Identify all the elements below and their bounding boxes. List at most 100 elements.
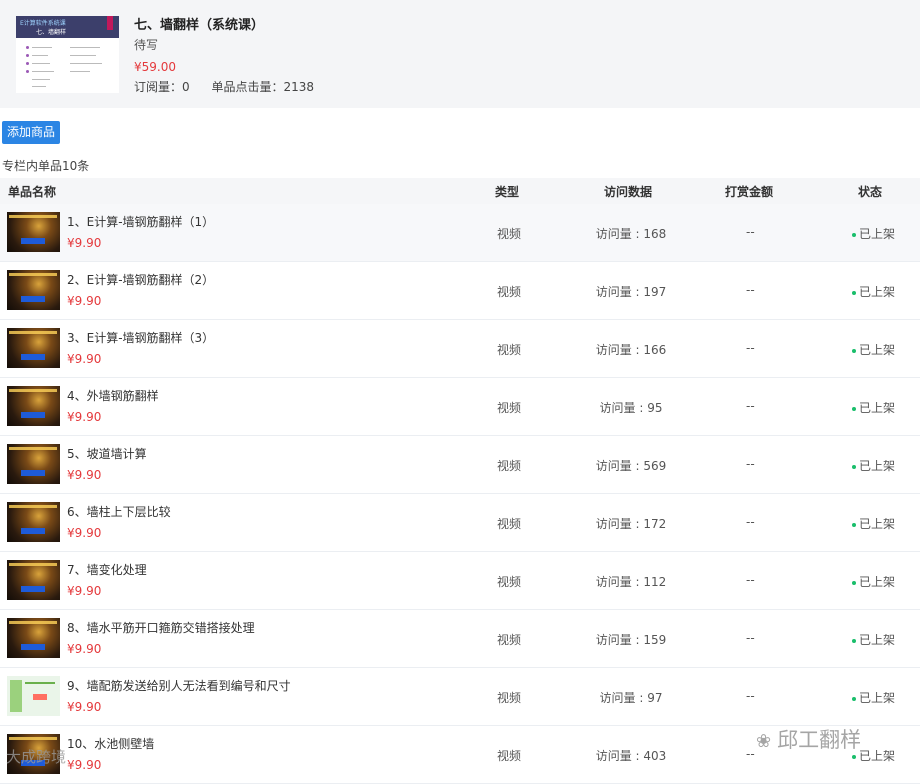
column-cover-image[interactable]: E计算软件系统课 七、墙翻样: [16, 16, 119, 93]
header-type: 类型: [495, 185, 520, 199]
item-status-text: 已上架: [859, 285, 896, 299]
video-thumbnail[interactable]: [7, 270, 60, 310]
cover-dot: [26, 46, 29, 49]
item-price: ¥9.90: [67, 700, 102, 714]
item-count-label: 专栏内单品10条: [2, 159, 90, 173]
column-author: 待写: [134, 38, 159, 52]
item-name[interactable]: 5、坡道墙计算: [67, 445, 147, 462]
item-tips: --: [746, 341, 755, 355]
table-row[interactable]: 6、墙柱上下层比较 ¥9.90 视频 访问量 : 172 -- 已上架: [0, 494, 920, 552]
item-name[interactable]: 7、墙变化处理: [67, 561, 147, 578]
item-visits: 访问量 : 95: [599, 401, 663, 415]
column-stats: 订阅量：0 单品点击量：2138: [134, 78, 332, 95]
add-product-button[interactable]: 添加商品: [2, 121, 60, 144]
item-name[interactable]: 8、墙水平筋开口箍筋交错搭接处理: [67, 619, 255, 636]
item-tips: --: [746, 283, 755, 297]
item-status: 已上架: [852, 399, 895, 416]
status-dot-icon: [852, 406, 856, 411]
item-status: 已上架: [852, 573, 895, 590]
status-dot-icon: [852, 522, 856, 527]
cover-line: [70, 55, 96, 56]
item-type: 视频: [497, 517, 522, 531]
video-thumbnail[interactable]: [7, 560, 60, 600]
table-row[interactable]: 3、E计算-墙钢筋翻样（3） ¥9.90 视频 访问量 : 166 -- 已上架: [0, 320, 920, 378]
status-dot-icon: [852, 348, 856, 353]
watermark-left: 大成跨境: [6, 746, 66, 767]
item-tips: --: [746, 689, 755, 703]
item-price: ¥9.90: [67, 294, 102, 308]
table-row[interactable]: 2、E计算-墙钢筋翻样（2） ¥9.90 视频 访问量 : 197 -- 已上架: [0, 262, 920, 320]
video-thumbnail[interactable]: [7, 212, 60, 252]
item-name[interactable]: 9、墙配筋发送给别人无法看到编号和尺寸: [67, 677, 291, 694]
item-status-text: 已上架: [859, 633, 896, 647]
watermark-left-text: 大成跨境: [6, 748, 67, 766]
item-type: 视频: [497, 227, 522, 241]
item-status: 已上架: [852, 283, 895, 300]
video-thumbnail[interactable]: [7, 328, 60, 368]
status-dot-icon: [852, 638, 856, 643]
item-type: 视频: [497, 459, 522, 473]
item-type: 视频: [497, 575, 522, 589]
table-row[interactable]: 9、墙配筋发送给别人无法看到编号和尺寸 ¥9.90 视频 访问量 : 97 -- 已上架: [0, 668, 920, 726]
item-type: 视频: [497, 343, 522, 357]
item-tips: --: [746, 747, 755, 761]
item-price: ¥9.90: [67, 526, 102, 540]
table-row[interactable]: 5、坡道墙计算 ¥9.90 视频 访问量 : 569 -- 已上架: [0, 436, 920, 494]
cover-line: [70, 63, 102, 64]
item-type: 视频: [497, 749, 522, 763]
video-thumbnail[interactable]: [7, 502, 60, 542]
table-row[interactable]: 4、外墙钢筋翻样 ¥9.90 视频 访问量 : 95 -- 已上架: [0, 378, 920, 436]
cover-line: [32, 71, 54, 72]
item-status: 已上架: [852, 515, 895, 532]
item-status: 已上架: [852, 225, 895, 242]
item-status-text: 已上架: [859, 227, 896, 241]
item-status-text: 已上架: [859, 517, 896, 531]
item-price: ¥9.90: [67, 352, 102, 366]
item-status-text: 已上架: [859, 749, 896, 763]
cover-line: [32, 63, 50, 64]
status-dot-icon: [852, 754, 856, 759]
item-status: 已上架: [852, 457, 895, 474]
click-count: 单品点击量：2138: [211, 80, 315, 94]
item-name[interactable]: 6、墙柱上下层比较: [67, 503, 171, 520]
item-tips: --: [746, 515, 755, 529]
item-name[interactable]: 4、外墙钢筋翻样: [67, 387, 159, 404]
item-visits: 访问量 : 172: [595, 517, 667, 531]
status-dot-icon: [852, 464, 856, 469]
item-price: ¥9.90: [67, 236, 102, 250]
column-title: 七、墙翻样（系统课）: [134, 18, 265, 33]
item-status: 已上架: [852, 341, 895, 358]
item-name[interactable]: 10、水池侧壁墙: [67, 735, 154, 752]
table-header: 单品名称 类型 访问数据 打赏金额 状态: [0, 178, 920, 204]
table-row[interactable]: 8、墙水平筋开口箍筋交错搭接处理 ¥9.90 视频 访问量 : 159 -- 已上架: [0, 610, 920, 668]
cover-line: [70, 71, 90, 72]
item-visits: 访问量 : 97: [599, 691, 663, 705]
video-thumbnail[interactable]: [7, 618, 60, 658]
video-thumbnail[interactable]: [7, 676, 60, 716]
table-row[interactable]: 1、E计算-墙钢筋翻样（1） ¥9.90 视频 访问量 : 168 -- 已上架: [0, 204, 920, 262]
item-tips: --: [746, 225, 755, 239]
video-thumbnail[interactable]: [7, 444, 60, 484]
item-name[interactable]: 1、E计算-墙钢筋翻样（1）: [67, 213, 214, 230]
item-price: ¥9.90: [67, 410, 102, 424]
watermark-right: ❀ 邱工翻样: [756, 724, 861, 754]
item-status-text: 已上架: [859, 459, 896, 473]
table-row[interactable]: 7、墙变化处理 ¥9.90 视频 访问量 : 112 -- 已上架: [0, 552, 920, 610]
wechat-icon: ❀: [756, 731, 772, 752]
status-dot-icon: [852, 696, 856, 701]
item-status-text: 已上架: [859, 343, 896, 357]
item-visits: 访问量 : 168: [595, 227, 667, 241]
status-dot-icon: [852, 290, 856, 295]
cover-line: [32, 79, 50, 80]
item-name[interactable]: 2、E计算-墙钢筋翻样（2）: [67, 271, 214, 288]
item-name[interactable]: 3、E计算-墙钢筋翻样（3）: [67, 329, 214, 346]
header-name: 单品名称: [8, 185, 57, 199]
status-dot-icon: [852, 580, 856, 585]
video-thumbnail[interactable]: [7, 386, 60, 426]
cover-dot: [26, 62, 29, 65]
item-price: ¥9.90: [67, 468, 102, 482]
status-dot-icon: [852, 232, 856, 237]
item-price: ¥9.90: [67, 642, 102, 656]
item-status-text: 已上架: [859, 691, 896, 705]
header-status: 状态: [858, 185, 883, 199]
